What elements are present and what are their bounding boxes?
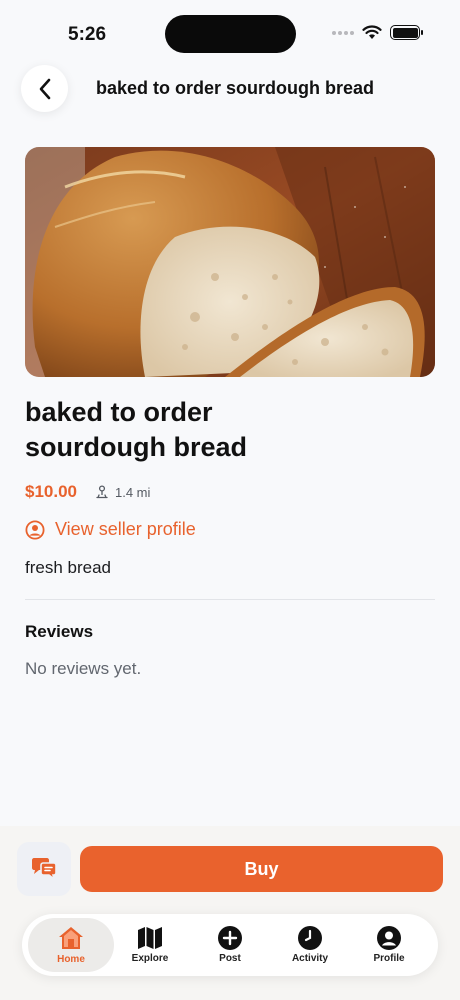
tab-activity[interactable]: Activity — [267, 918, 353, 972]
battery-icon — [390, 25, 423, 40]
location-pin-icon — [96, 485, 108, 499]
map-icon — [138, 927, 162, 949]
product-price: $10.00 — [25, 482, 77, 501]
product-title: baked to order sourdough bread — [25, 397, 247, 462]
tab-post[interactable]: Post — [187, 918, 273, 972]
buy-button[interactable]: Buy — [80, 846, 443, 892]
reviews-empty-text: No reviews yet. — [25, 659, 142, 678]
price-row: $10.00 1.4 mi — [25, 482, 150, 502]
status-time: 5:26 — [68, 24, 107, 45]
tab-home[interactable]: Home — [28, 918, 114, 972]
reviews-heading: Reviews — [25, 622, 94, 641]
tab-label: Home — [57, 954, 85, 965]
tab-label: Explore — [131, 953, 169, 964]
divider — [25, 599, 435, 600]
dynamic-island — [165, 15, 296, 53]
back-button[interactable] — [21, 65, 68, 112]
cellular-signal-icon — [332, 30, 354, 35]
tab-label: Profile — [373, 953, 405, 964]
product-image — [25, 147, 435, 377]
chevron-left-icon — [39, 78, 50, 99]
wifi-icon — [362, 25, 382, 39]
status-bar: 5:26 — [0, 0, 460, 66]
user-circle-icon — [377, 926, 401, 950]
message-seller-button[interactable] — [17, 842, 71, 896]
tab-explore[interactable]: Explore — [107, 918, 193, 972]
product-distance: 1.4 mi — [115, 484, 151, 500]
page-title: baked to order sourdough bread — [96, 78, 375, 98]
tab-bar: Home Explore Post Activity Profile — [22, 914, 438, 976]
product-description: fresh bread — [25, 558, 111, 577]
plus-circle-icon — [218, 926, 242, 950]
tab-label: Post — [219, 953, 241, 964]
distance-info: 1.4 mi — [95, 485, 150, 500]
home-icon — [59, 927, 83, 949]
view-seller-profile-link[interactable]: View seller profile — [25, 519, 196, 540]
chat-bubbles-icon — [32, 858, 57, 881]
tab-label: Activity — [291, 953, 329, 964]
clock-icon — [298, 926, 322, 950]
status-icons — [332, 25, 423, 40]
seller-link-label: View seller profile — [55, 519, 196, 539]
tab-profile[interactable]: Profile — [346, 918, 432, 972]
user-circle-icon — [25, 519, 45, 540]
